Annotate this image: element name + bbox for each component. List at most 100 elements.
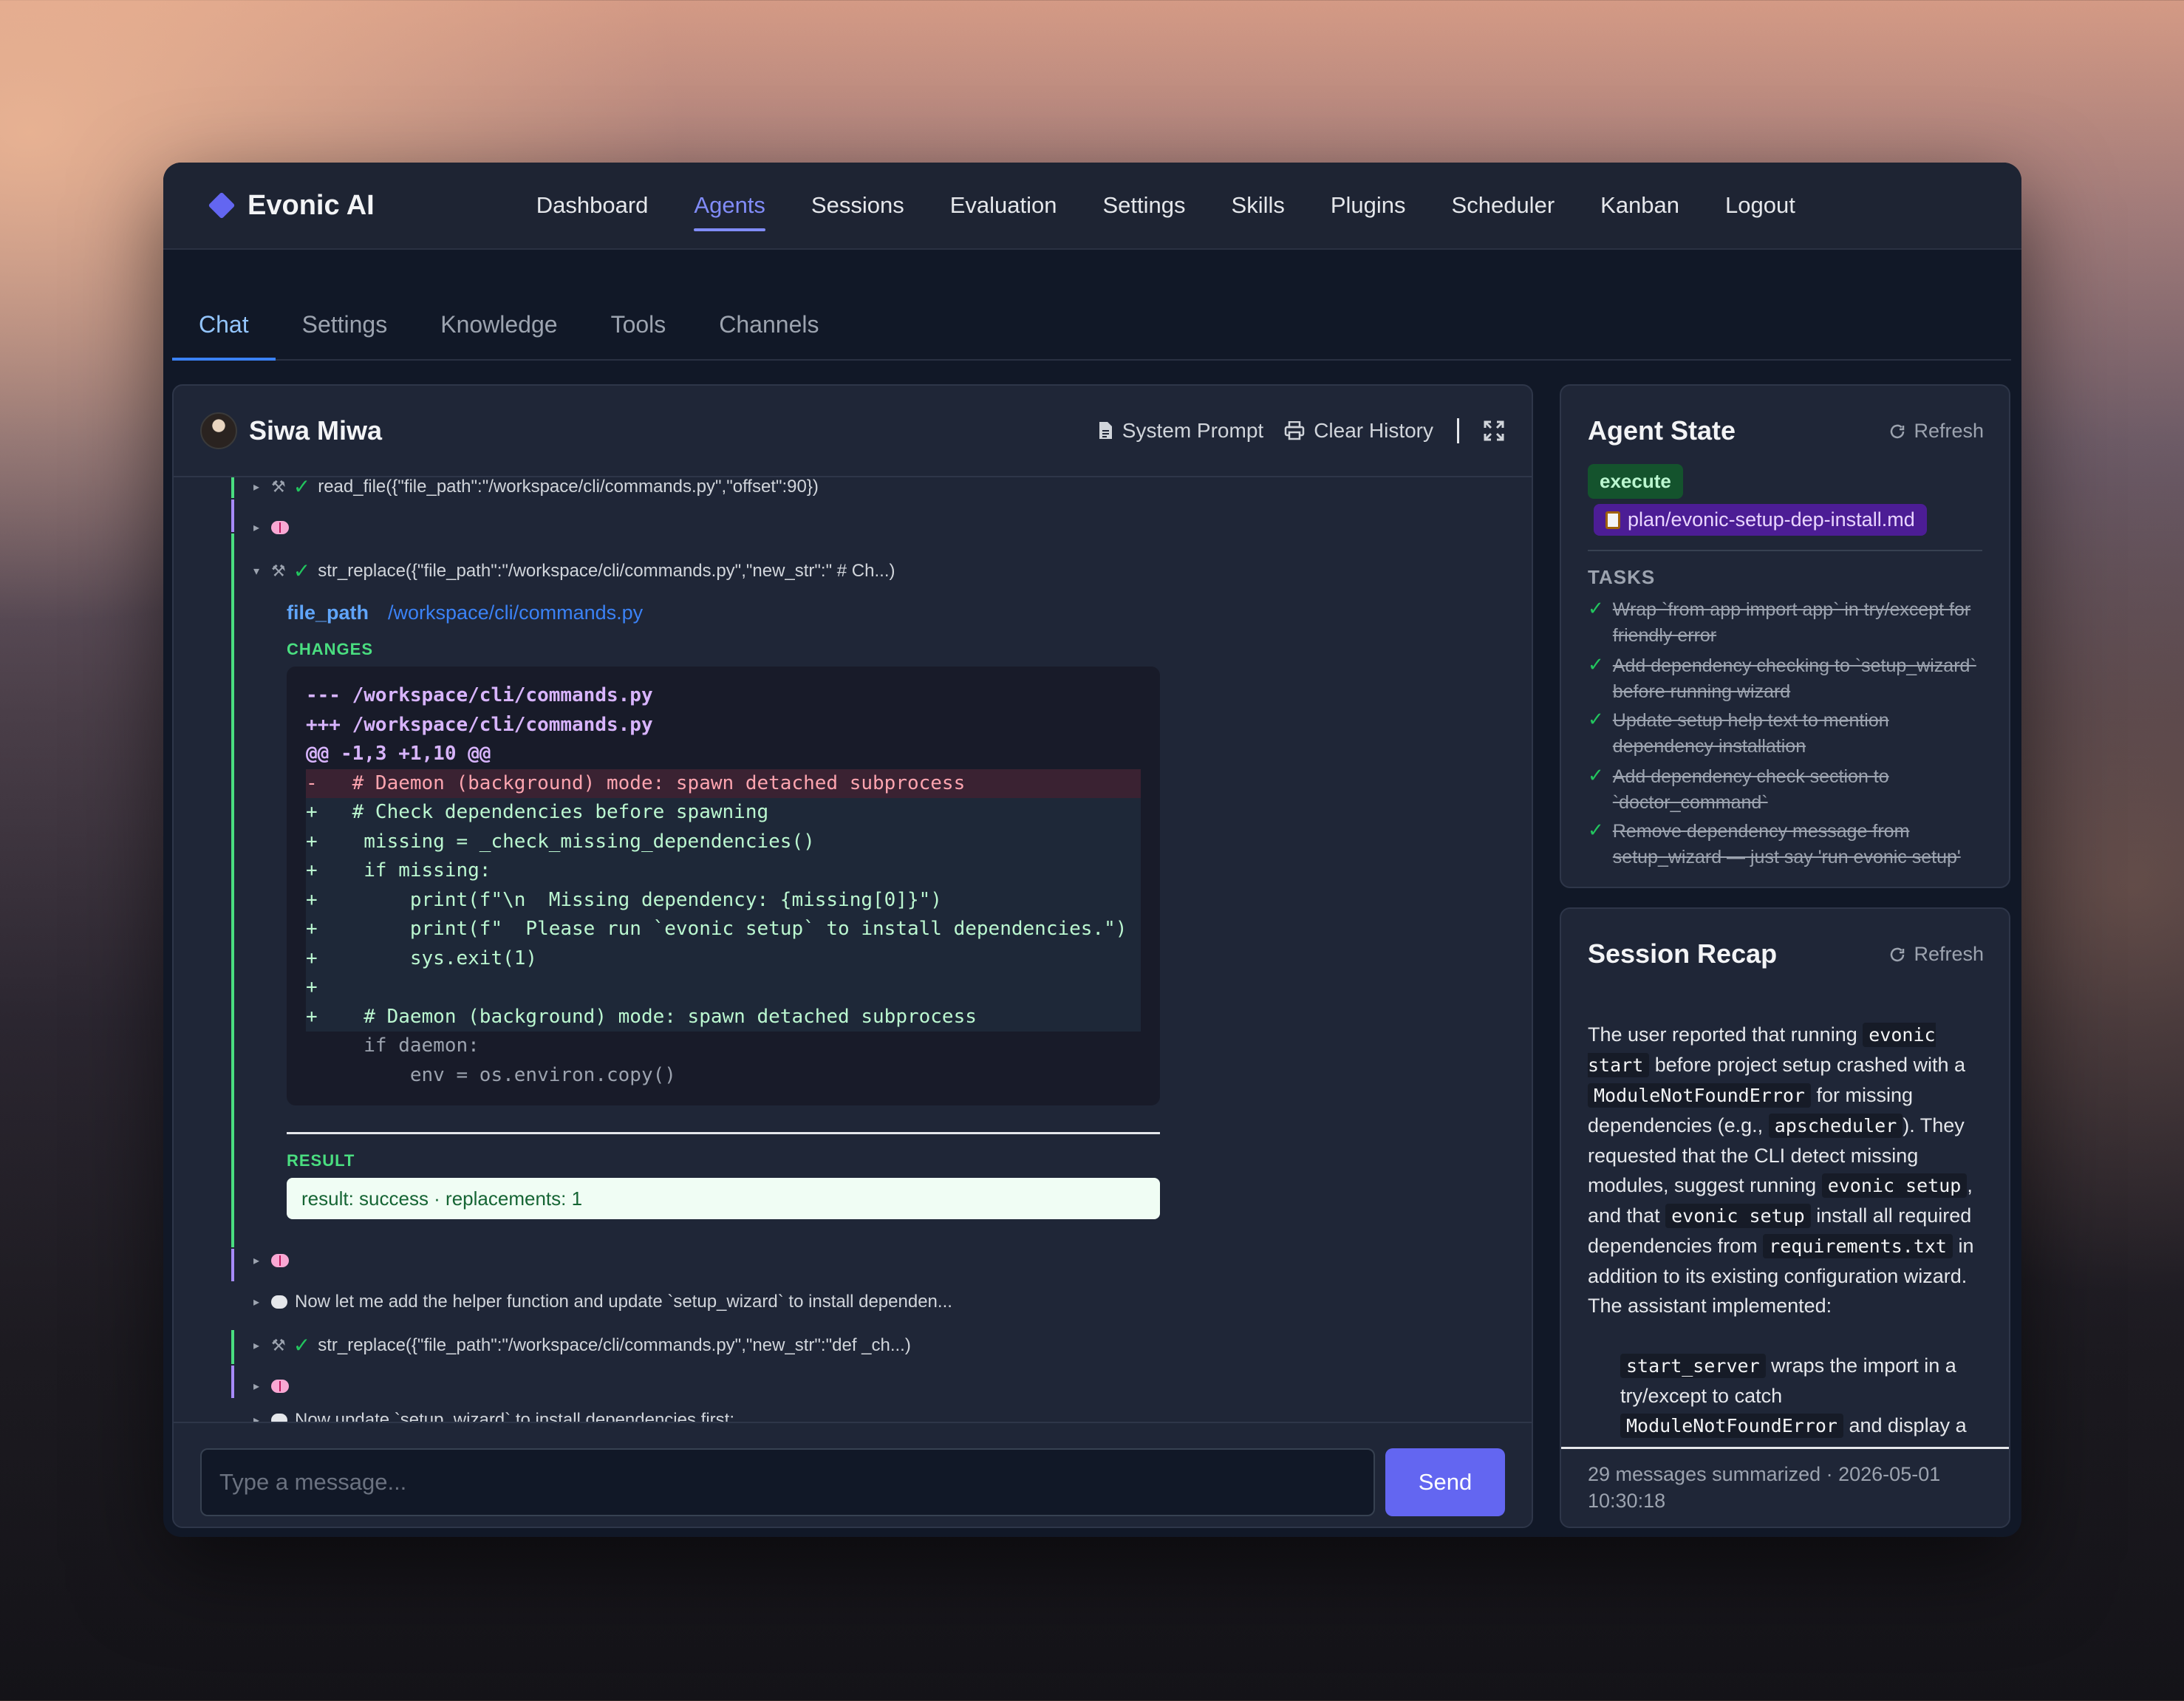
tool-call-row[interactable]: ▸ ⚒ ✓ str_replace({"file_path":"/workspa… bbox=[253, 1333, 911, 1357]
check-icon: ✓ bbox=[1588, 819, 1604, 841]
nav-skills[interactable]: Skills bbox=[1209, 163, 1308, 249]
diff-line: @@ -1,3 +1,10 @@ bbox=[306, 743, 491, 765]
tab-settings[interactable]: Settings bbox=[276, 311, 414, 359]
agent-state-card: Agent State Refresh execute plan/evonic-… bbox=[1560, 384, 2010, 888]
nav-links: Dashboard Agents Sessions Evaluation Set… bbox=[513, 163, 1818, 249]
wrench-icon: ⚒ bbox=[271, 1335, 286, 1354]
refresh-button[interactable]: Refresh bbox=[1888, 943, 1984, 966]
chevron-right-icon: ▸ bbox=[253, 1380, 260, 1393]
printer-icon bbox=[1284, 421, 1305, 440]
nav-evaluation[interactable]: Evaluation bbox=[927, 163, 1080, 249]
refresh-icon bbox=[1891, 947, 1905, 961]
check-icon: ✓ bbox=[293, 559, 311, 582]
result-label: RESULT bbox=[287, 1151, 355, 1170]
diff-line: + print(f" Please run `evonic setup` to … bbox=[306, 915, 1141, 944]
app-window: Evonic AI Dashboard Agents Sessions Eval… bbox=[163, 163, 2021, 1537]
brain-icon bbox=[271, 1380, 289, 1393]
session-recap-title: Session Recap bbox=[1588, 938, 1778, 969]
diff-line: + missing = _check_missing_dependencies(… bbox=[306, 827, 1141, 856]
tool-call-text: str_replace({"file_path":"/workspace/cli… bbox=[318, 1334, 911, 1355]
mode-badge: execute bbox=[1588, 464, 1683, 499]
tool-call-text: read_file({"file_path":"/workspace/cli/c… bbox=[318, 477, 819, 497]
thinking-row[interactable]: ▸ bbox=[253, 1253, 289, 1268]
task-item: ✓ Wrap `from app import app` in try/exce… bbox=[1588, 597, 1987, 649]
trace-line bbox=[231, 500, 234, 532]
task-item: ✓ Add dependency check section to `docto… bbox=[1588, 764, 1987, 816]
chevron-right-icon: ▸ bbox=[253, 1339, 260, 1352]
app-name: Evonic AI bbox=[248, 189, 375, 221]
clear-history-button[interactable]: Clear History bbox=[1284, 419, 1433, 443]
clear-history-label: Clear History bbox=[1314, 419, 1433, 442]
recap-footer: 29 messages summarized · 2026-05-01 10:3… bbox=[1561, 1447, 2009, 1527]
assistant-message-row[interactable]: ▸ Now let me add the helper function and… bbox=[253, 1292, 952, 1312]
chevron-right-icon: ▸ bbox=[253, 522, 260, 534]
chevron-right-icon: ▸ bbox=[253, 480, 260, 494]
tab-tools[interactable]: Tools bbox=[584, 311, 693, 359]
task-text: Wrap `from app import app` in try/except… bbox=[1612, 599, 1971, 646]
send-button[interactable]: Send bbox=[1385, 1448, 1505, 1516]
plan-file: plan/evonic-setup-dep-install.md bbox=[1628, 508, 1915, 531]
agent-name: Siwa Miwa bbox=[249, 415, 383, 446]
check-icon: ✓ bbox=[1588, 708, 1604, 730]
tasks-label: TASKS bbox=[1588, 566, 1656, 588]
thinking-row[interactable]: ▸ bbox=[253, 520, 289, 535]
system-prompt-label: System Prompt bbox=[1122, 419, 1264, 442]
plan-badge[interactable]: plan/evonic-setup-dep-install.md bbox=[1594, 504, 1927, 536]
nav-agents[interactable]: Agents bbox=[671, 163, 788, 249]
chat-header: Siwa Miwa System Prompt Clear History bbox=[174, 386, 1532, 477]
divider bbox=[287, 1132, 1160, 1134]
message-list[interactable]: ▸ ⚒ ✓ read_file({"file_path":"/workspace… bbox=[174, 477, 1532, 1425]
arg-value[interactable]: /workspace/cli/commands.py bbox=[388, 601, 643, 624]
task-item: ✓ Remove dependency message from setup_w… bbox=[1588, 819, 1987, 870]
chat-actions: System Prompt Clear History bbox=[1097, 418, 1505, 443]
divider bbox=[1457, 418, 1459, 443]
chevron-right-icon: ▸ bbox=[253, 1296, 260, 1309]
nav-plugins[interactable]: Plugins bbox=[1308, 163, 1429, 249]
nav-kanban[interactable]: Kanban bbox=[1577, 163, 1702, 249]
tab-chat[interactable]: Chat bbox=[172, 311, 276, 361]
chat-panel: Siwa Miwa System Prompt Clear History ▸ … bbox=[172, 384, 1533, 1528]
diff-line: - # Daemon (background) mode: spawn deta… bbox=[306, 768, 1141, 798]
diff-line: +++ /workspace/cli/commands.py bbox=[306, 713, 653, 736]
nav-sessions[interactable]: Sessions bbox=[788, 163, 927, 249]
tab-channels[interactable]: Channels bbox=[692, 311, 845, 359]
refresh-label: Refresh bbox=[1914, 420, 1984, 442]
diff-view: --- /workspace/cli/commands.py +++ /works… bbox=[287, 667, 1160, 1105]
changes-label: CHANGES bbox=[287, 640, 374, 658]
nav-scheduler[interactable]: Scheduler bbox=[1429, 163, 1578, 249]
check-icon: ✓ bbox=[1588, 597, 1604, 619]
system-prompt-button[interactable]: System Prompt bbox=[1097, 419, 1263, 443]
trace-line bbox=[231, 1366, 234, 1398]
thinking-row[interactable]: ▸ bbox=[253, 1379, 289, 1394]
expand-icon[interactable] bbox=[1483, 420, 1505, 442]
nav-dashboard[interactable]: Dashboard bbox=[513, 163, 672, 249]
message-input[interactable]: Type a message... bbox=[200, 1448, 1375, 1516]
check-icon: ✓ bbox=[1588, 764, 1604, 786]
tab-knowledge[interactable]: Knowledge bbox=[414, 311, 584, 359]
document-icon bbox=[1099, 422, 1112, 439]
check-icon: ✓ bbox=[293, 1334, 311, 1357]
logo[interactable]: Evonic AI bbox=[208, 189, 375, 222]
recap-summary: The user reported that running evonic st… bbox=[1588, 1023, 1974, 1317]
tool-call-row[interactable]: ▾ ⚒ ✓ str_replace({"file_path":"/workspa… bbox=[253, 559, 895, 583]
agent-subtabs: Chat Settings Knowledge Tools Channels bbox=[172, 250, 2011, 361]
diamond-logo-icon bbox=[208, 191, 236, 219]
diff-line: env = os.environ.copy() bbox=[306, 1063, 676, 1086]
trace-line bbox=[231, 1330, 234, 1364]
agent-state-title: Agent State bbox=[1588, 415, 1736, 446]
check-icon: ✓ bbox=[293, 477, 311, 498]
nav-settings[interactable]: Settings bbox=[1080, 163, 1209, 249]
task-text: Add dependency check section to `doctor_… bbox=[1612, 766, 1889, 813]
wrench-icon: ⚒ bbox=[271, 561, 286, 580]
tool-call-text: str_replace({"file_path":"/workspace/cli… bbox=[318, 560, 895, 581]
refresh-button[interactable]: Refresh bbox=[1888, 420, 1984, 443]
diff-line: + # Check dependencies before spawning bbox=[306, 798, 1141, 828]
tool-call-row[interactable]: ▸ ⚒ ✓ read_file({"file_path":"/workspace… bbox=[253, 477, 819, 499]
task-text: Update setup help text to mention depend… bbox=[1612, 710, 1889, 757]
result-box: result: success · replacements: 1 bbox=[287, 1178, 1160, 1219]
composer: Type a message... Send bbox=[174, 1422, 1532, 1527]
diff-line: if daemon: bbox=[306, 1034, 480, 1057]
nav-logout[interactable]: Logout bbox=[1702, 163, 1818, 249]
arg-file-path: file_path /workspace/cli/commands.py bbox=[287, 601, 643, 624]
chevron-down-icon: ▾ bbox=[253, 565, 260, 578]
